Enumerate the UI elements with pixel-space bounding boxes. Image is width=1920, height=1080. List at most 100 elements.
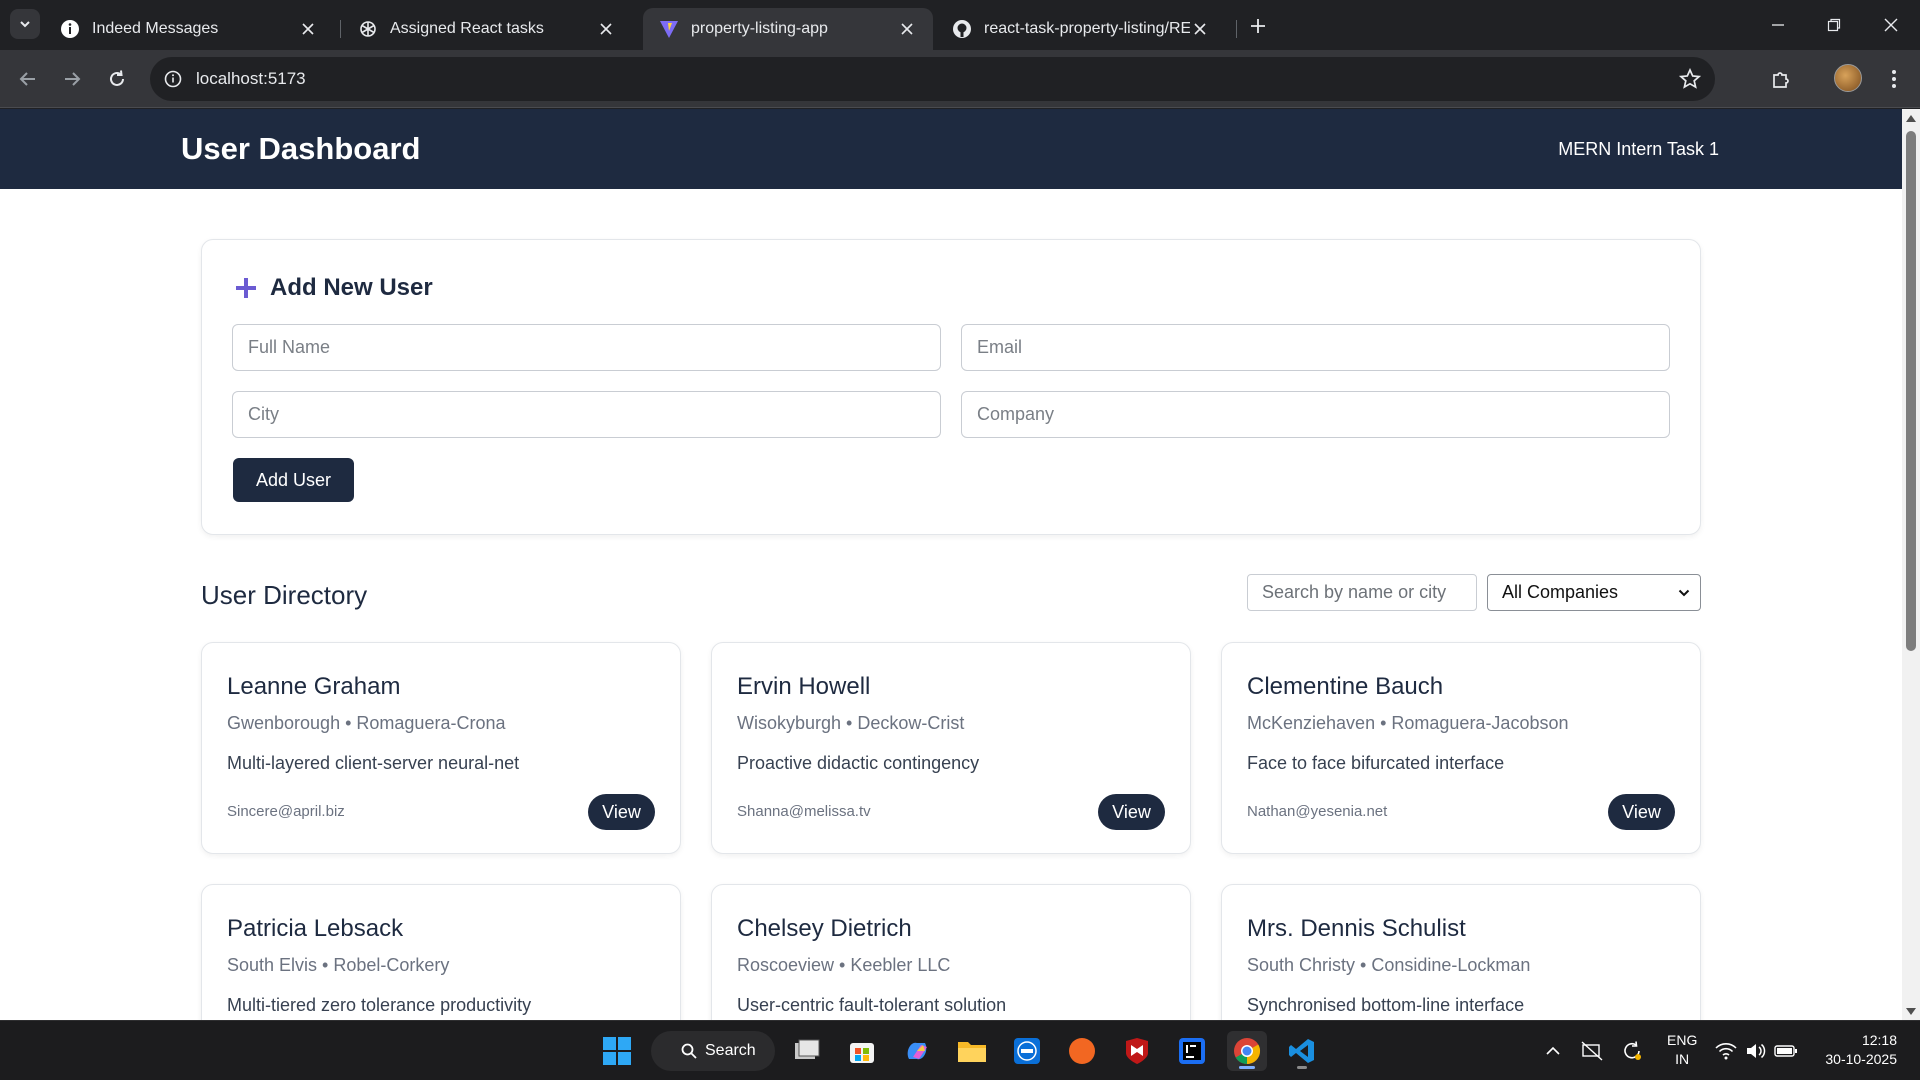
folder-icon [958, 1042, 986, 1062]
user-catchphrase: Face to face bifurcated interface [1247, 753, 1505, 773]
close-icon [1884, 18, 1898, 32]
sync-icon[interactable] [1620, 1039, 1644, 1063]
file-explorer-button[interactable] [952, 1031, 992, 1071]
company-input[interactable] [961, 391, 1670, 438]
user-company: Romaguera-Jacobson [1391, 713, 1569, 733]
user-company: Deckow-Crist [857, 713, 965, 733]
more-vertical-icon [1892, 70, 1896, 88]
os-taskbar: Search ENG IN 12:18 30-10-2025 [0, 1020, 1920, 1080]
close-icon[interactable] [596, 19, 616, 39]
profile-avatar[interactable] [1834, 64, 1862, 92]
display-status-icon[interactable] [1580, 1039, 1604, 1063]
github-icon [952, 19, 972, 39]
dell-app-button[interactable] [1007, 1031, 1047, 1071]
bookmark-star-icon[interactable] [1678, 67, 1702, 95]
vscode-icon [1289, 1039, 1314, 1063]
user-card: Leanne Graham Gwenborough • Romaguera-Cr… [201, 642, 681, 854]
city-input[interactable] [232, 391, 941, 438]
reload-button[interactable] [103, 65, 131, 93]
vscode-button[interactable] [1282, 1031, 1322, 1071]
user-card: Mrs. Dennis Schulist South Christy • Con… [1221, 884, 1701, 1020]
site-info-icon[interactable] [164, 70, 182, 88]
company-filter-value: All Companies [1502, 582, 1619, 602]
task-view-button[interactable] [787, 1031, 827, 1071]
chrome-button[interactable] [1227, 1031, 1267, 1071]
dell-icon [1014, 1038, 1040, 1064]
new-tab-button[interactable] [1244, 12, 1272, 40]
close-icon[interactable] [897, 19, 917, 39]
user-name: Leanne Graham [227, 673, 401, 700]
input-language-indicator[interactable]: ENG IN [1667, 1031, 1697, 1069]
tab-property-listing-app[interactable]: property-listing-app [643, 8, 933, 50]
show-hidden-icons-button[interactable] [1541, 1039, 1565, 1063]
user-card: Clementine Bauch McKenziehaven • Romague… [1221, 642, 1701, 854]
directory-search-input[interactable] [1247, 574, 1477, 611]
tab-assigned-react-tasks[interactable]: Assigned React tasks [342, 8, 632, 50]
view-user-button[interactable]: View [1098, 794, 1165, 830]
wifi-icon[interactable] [1714, 1039, 1738, 1063]
tab-indeed-messages[interactable]: Indeed Messages [44, 8, 334, 50]
intellij-icon [1179, 1038, 1205, 1064]
running-indicator [1297, 1066, 1307, 1069]
chevron-up-icon [1546, 1046, 1560, 1055]
user-city: South Elvis [227, 955, 318, 975]
user-email: Sincere@april.biz [227, 803, 345, 820]
user-catchphrase: Multi-layered client-server neural-net [227, 753, 520, 773]
minimize-button[interactable] [1760, 10, 1796, 40]
chrome-icon [1234, 1038, 1261, 1065]
full-name-input[interactable] [232, 324, 941, 371]
mcafee-button[interactable] [1117, 1031, 1157, 1071]
user-card: Chelsey Dietrich Roscoeview • Keebler LL… [711, 884, 1191, 1020]
back-button[interactable] [14, 65, 42, 93]
url-text: localhost:5173 [196, 69, 306, 88]
forward-button[interactable] [58, 65, 86, 93]
browser-toolbar: localhost:5173 [0, 50, 1920, 108]
scrollbar-thumb[interactable] [1906, 131, 1916, 651]
user-catchphrase: Synchronised bottom-line interface [1247, 995, 1525, 1015]
page-scrollbar[interactable] [1902, 109, 1920, 1020]
tab-github-readme[interactable]: react-task-property-listing/README.md [936, 8, 1226, 50]
user-name: Patricia Lebsack [227, 915, 404, 942]
close-icon[interactable] [298, 19, 318, 39]
company-filter-select[interactable]: All Companies [1487, 574, 1701, 611]
browser-menu-button[interactable] [1880, 65, 1908, 93]
volume-icon[interactable] [1744, 1039, 1768, 1063]
taskbar-search[interactable]: Search [651, 1031, 775, 1071]
system-clock[interactable]: 12:18 30-10-2025 [1817, 1031, 1897, 1069]
tab-title: react-task-property-listing/README.md [984, 20, 1190, 37]
vite-icon [659, 19, 679, 39]
taskbar-search-label: Search [705, 1042, 756, 1059]
email-input[interactable] [961, 324, 1670, 371]
directory-title: User Directory [201, 580, 368, 610]
user-city: Roscoeview [737, 955, 835, 975]
language-code: ENG [1667, 1032, 1698, 1048]
address-bar[interactable]: localhost:5173 [150, 57, 1715, 101]
add-user-button[interactable]: Add User [233, 458, 354, 502]
plus-icon [236, 278, 256, 298]
app-header: User Dashboard MERN Intern Task 1 [0, 109, 1902, 189]
scroll-down-icon[interactable] [1906, 1007, 1916, 1017]
user-catchphrase: User-centric fault-tolerant solution [737, 995, 1007, 1015]
extensions-button[interactable] [1767, 65, 1795, 93]
browser-tab-strip: Indeed Messages Assigned React tasks pro… [0, 0, 1920, 50]
close-icon[interactable] [1190, 19, 1210, 39]
tab-separator [1236, 20, 1237, 38]
tab-title: property-listing-app [691, 20, 828, 37]
view-user-button[interactable]: View [1608, 794, 1675, 830]
scroll-up-icon[interactable] [1906, 113, 1916, 123]
mcafee-shield-icon [1126, 1038, 1148, 1064]
add-user-title: Add New User [270, 274, 433, 301]
tab-search-button[interactable] [10, 9, 40, 39]
copilot-button[interactable] [897, 1031, 937, 1071]
restore-button[interactable] [1816, 10, 1852, 40]
tab-title: Assigned React tasks [390, 20, 544, 37]
close-window-button[interactable] [1873, 10, 1909, 40]
user-city: Gwenborough [227, 713, 341, 733]
start-button[interactable] [597, 1031, 637, 1071]
battery-icon[interactable] [1774, 1039, 1798, 1063]
intellij-button[interactable] [1172, 1031, 1212, 1071]
compass-icon [1069, 1038, 1095, 1064]
view-user-button[interactable]: View [588, 794, 655, 830]
compass-app-button[interactable] [1062, 1031, 1102, 1071]
store-button[interactable] [842, 1031, 882, 1071]
